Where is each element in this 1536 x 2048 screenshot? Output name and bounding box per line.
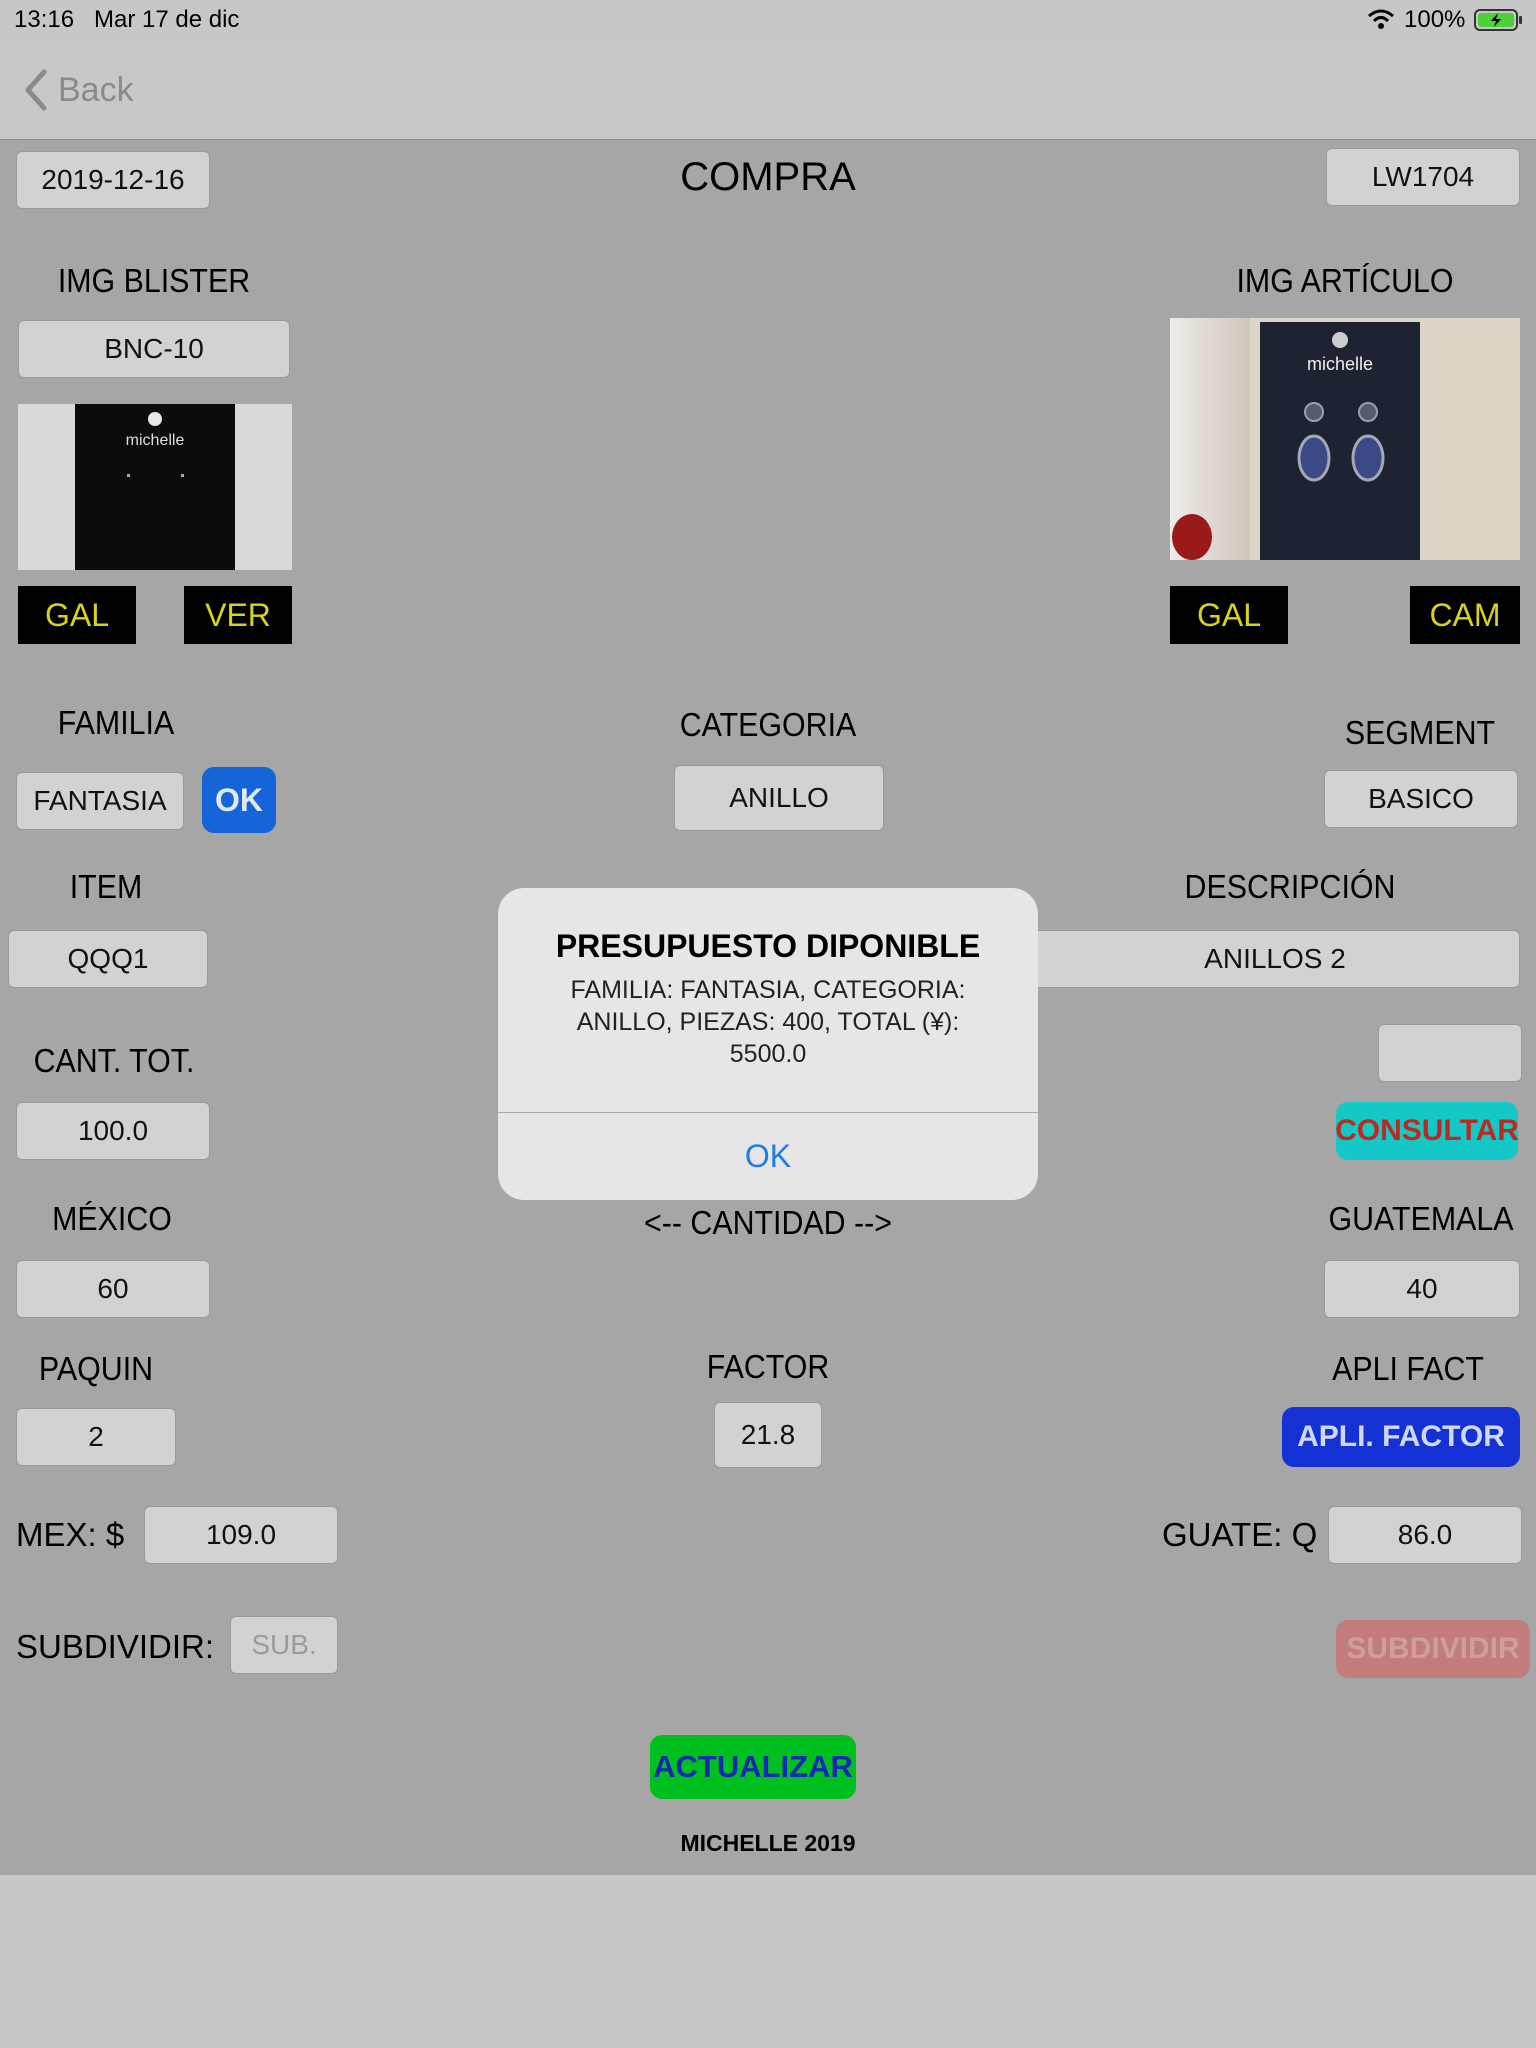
wifi-icon [1366,8,1396,30]
bottom-area [0,1875,1536,2048]
factor-field[interactable]: 21.8 [714,1402,822,1468]
apli-fact-label: APLI FACT [1332,1350,1484,1387]
paquin-field[interactable]: 2 [16,1408,176,1466]
actualizar-button[interactable]: ACTUALIZAR [650,1735,856,1799]
alert-title: PRESUPUESTO DIPONIBLE [555,928,981,964]
navigation-bar: Back [0,40,1536,140]
alert-message: FAMILIA: FANTASIA, CATEGORIA: ANILLO, PI… [570,976,966,1068]
battery-percent: 100% [1404,6,1466,33]
descripcion-field[interactable]: ANILLOS 2 [1030,930,1520,988]
blister-card: michelle [75,404,235,570]
segment-label: SEGMENT [1344,714,1496,751]
apli-factor-button[interactable]: APLI. FACTOR [1282,1407,1520,1467]
blister-ver-button[interactable]: VER [184,586,292,644]
chevron-left-icon [20,68,50,112]
page-title: COMPRA [680,155,856,199]
item-field[interactable]: QQQ1 [8,930,208,988]
guatemala-field[interactable]: 40 [1324,1260,1520,1318]
cant-tot-field[interactable]: 100.0 [16,1102,210,1160]
hang-hole [1332,332,1348,348]
blister-image: michelle [18,404,292,570]
date-field[interactable]: 2019-12-16 [16,151,210,209]
hang-hole [148,412,162,426]
status-date: Mar 17 de dic [94,6,240,33]
blister-code-field[interactable]: BNC-10 [18,320,290,378]
mexico-field[interactable]: 60 [16,1260,210,1318]
factor-label: FACTOR [706,1348,830,1385]
alert-ok-button[interactable]: OK [498,1113,1038,1200]
guate-price-field[interactable]: 86.0 [1328,1506,1522,1564]
cant-tot-label: CANT. TOT. [33,1042,195,1079]
item-label: ITEM [69,868,143,905]
blister-brand-text: michelle [125,432,185,449]
pin-dot [127,474,130,477]
descripcion-label: DESCRIPCIÓN [1184,868,1396,905]
articulo-cam-button[interactable]: CAM [1410,586,1520,644]
consultar-input[interactable] [1378,1024,1522,1082]
status-bar: 13:16 Mar 17 de dic 100% [0,0,1536,40]
code-field[interactable]: LW1704 [1326,148,1520,206]
familia-field[interactable]: FANTASIA [16,772,184,830]
guatemala-label: GUATEMALA [1328,1200,1514,1237]
guate-price-label: GUATE: Q [1162,1516,1318,1553]
articulo-image: michelle [1170,318,1520,560]
categoria-field[interactable]: ANILLO [674,765,884,831]
articulo-brand-text: michelle [1306,354,1374,374]
mexico-label: MÉXICO [52,1200,172,1237]
earring-right-icon [1350,400,1386,490]
alert-dialog: PRESUPUESTO DIPONIBLE FAMILIA: FANTASIA,… [498,888,1038,1200]
photo-red-object [1172,514,1212,560]
familia-label: FAMILIA [57,704,175,741]
status-time: 13:16 [14,6,75,33]
consultar-button[interactable]: CONSULTAR [1335,1102,1519,1160]
earring-card: michelle [1260,322,1420,560]
subdividir-button[interactable]: SUBDIVIDIR [1336,1620,1530,1678]
earring-left-icon [1296,400,1332,490]
subdividir-input[interactable]: SUB. [230,1616,338,1674]
segment-field[interactable]: BASICO [1324,770,1518,828]
cantidad-label: <-- CANTIDAD --> [644,1204,892,1241]
blister-gal-button[interactable]: GAL [18,586,136,644]
battery-icon [1474,8,1524,32]
back-button[interactable]: Back [20,66,134,114]
img-articulo-label: IMG ARTÍCULO [1236,262,1454,299]
img-blister-label: IMG BLISTER [57,262,251,299]
familia-ok-button[interactable]: OK [202,767,276,833]
paquin-label: PAQUIN [38,1350,154,1387]
back-label: Back [58,70,134,109]
articulo-gal-button[interactable]: GAL [1170,586,1288,644]
subdividir-label: SUBDIVIDIR: [16,1628,215,1665]
mex-price-label: MEX: $ [16,1516,125,1553]
categoria-label: CATEGORIA [679,706,857,743]
footer-text: MICHELLE 2019 [680,1830,856,1856]
pin-dot [181,474,184,477]
mex-price-field[interactable]: 109.0 [144,1506,338,1564]
